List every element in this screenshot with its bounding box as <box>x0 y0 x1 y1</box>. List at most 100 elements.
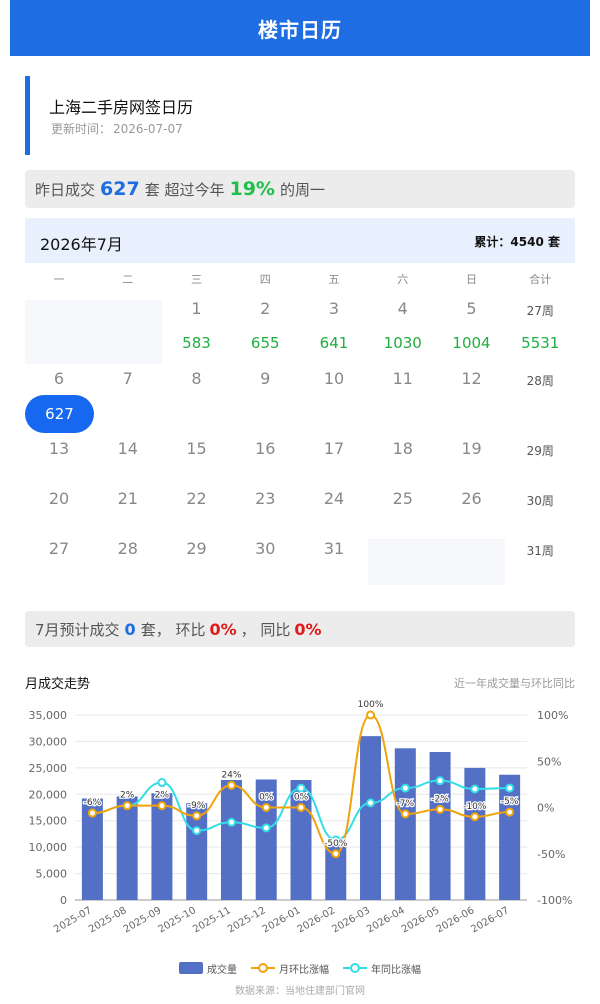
chart-title: 月成交走势 <box>25 677 91 692</box>
calendar-day[interactable]: 26 <box>438 489 506 508</box>
calendar-day[interactable]: 4 <box>369 299 437 318</box>
mom-data-label: -10% <box>463 802 487 812</box>
forecast-yoy: 0% <box>294 619 322 639</box>
calendar-day[interactable]: 25 <box>369 489 437 508</box>
point-yoy <box>505 783 515 793</box>
y-tick-left: 20,000 <box>29 788 68 801</box>
calendar-day[interactable]: 5 <box>438 299 506 318</box>
point-mom <box>261 803 271 812</box>
bar-volume <box>116 796 138 900</box>
point-yoy <box>470 784 480 794</box>
calendar-day[interactable]: 30 <box>231 539 299 558</box>
calendar-day[interactable]: 7 <box>94 369 162 388</box>
legend-bar-swatch <box>179 962 203 974</box>
point-yoy <box>296 783 306 793</box>
legend-mom[interactable]: 月环比涨幅 <box>251 961 329 976</box>
x-tick-label: 2025-09 <box>122 905 164 935</box>
point-yoy <box>400 783 410 793</box>
forecast-summary: 7月预计成交 0 套， 环比 0% ， 同比 0% <box>25 611 575 647</box>
calendar-blank-cell <box>368 539 505 585</box>
point-mom <box>366 710 376 720</box>
x-tick-label: 2026-06 <box>435 905 477 935</box>
monthly-trend-chart: 35,000 30,000 25,000 20,000 15,000 10,000 5,00… <box>29 699 573 936</box>
chart-legend[interactable]: 成交量 月环比涨幅 年同比涨幅 <box>0 958 600 978</box>
calendar-day[interactable]: 12 <box>438 369 506 388</box>
calendar-day[interactable]: 3 <box>300 299 368 318</box>
calendar-day[interactable]: 13 <box>25 439 93 458</box>
x-tick-label: 2025-08 <box>87 905 129 935</box>
week-label: 29周 <box>526 444 554 458</box>
calendar-day[interactable]: 15 <box>163 439 231 458</box>
mom-data-label: 0% <box>259 793 274 803</box>
calendar-day[interactable]: 21 <box>94 489 162 508</box>
calendar-day[interactable]: 8 <box>163 369 231 388</box>
x-tick-label: 2025-12 <box>226 905 268 935</box>
data-source: 数据来源：当地住建部门官网 <box>235 986 365 997</box>
legend-yoy[interactable]: 年同比涨幅 <box>343 961 421 976</box>
point-mom <box>505 807 515 817</box>
mom-data-label: 100% <box>358 700 384 710</box>
calendar-day[interactable]: 10 <box>300 369 368 388</box>
calendar-day[interactable]: 29 <box>163 539 231 558</box>
calendar-day[interactable]: 11 <box>369 369 437 388</box>
day-volume: 1030 <box>383 334 422 352</box>
calendar-day[interactable]: 31 <box>300 539 368 558</box>
calendar-day[interactable]: 17 <box>300 439 368 458</box>
point-yoy <box>226 817 236 827</box>
calendar-day[interactable]: 14 <box>94 439 162 458</box>
x-tick-label: 2026-05 <box>400 905 442 935</box>
yesterday-unit: 套 超过今年 <box>144 180 225 199</box>
calendar-day[interactable]: 1 <box>163 299 231 318</box>
calendar-day[interactable]: 22 <box>163 489 231 508</box>
accent-bar <box>25 76 30 155</box>
calendar-day[interactable]: 28 <box>94 539 162 558</box>
point-yoy <box>366 798 376 808</box>
yesterday-percent: 19% <box>229 178 275 200</box>
calendar-day[interactable]: 2 <box>231 299 299 318</box>
calendar-day[interactable]: 16 <box>231 439 299 458</box>
y-tick-right: 0% <box>537 802 554 815</box>
day-volume: 641 <box>319 334 349 352</box>
calendar-day[interactable]: 20 <box>25 489 93 508</box>
calendar-day[interactable]: 27 <box>25 539 93 558</box>
legend-line-swatch <box>251 962 275 974</box>
legend-volume[interactable]: 成交量 <box>179 961 237 976</box>
calendar-day[interactable]: 24 <box>300 489 368 508</box>
point-mom <box>331 849 341 859</box>
weekday-header: 二 <box>122 273 134 286</box>
x-tick-label: 2026-01 <box>261 905 303 935</box>
mom-data-label: -7% <box>397 799 415 809</box>
calendar-header: 2026年7月 累计：4540 套 <box>25 218 575 263</box>
legend-label: 成交量 <box>207 964 237 976</box>
calendar-month[interactable]: 2026年7月 <box>40 231 123 255</box>
week-label: 31周 <box>526 544 554 558</box>
yesterday-count: 627 <box>100 178 140 200</box>
today-highlight[interactable]: 627 <box>25 395 94 433</box>
point-yoy <box>192 826 202 836</box>
point-mom <box>192 811 202 821</box>
calendar-title: 上海二手房网签日历 <box>49 98 194 117</box>
point-mom <box>435 804 445 814</box>
x-tick-label: 2026-03 <box>330 905 372 935</box>
weekday-header: 六 <box>397 273 409 286</box>
mom-data-label: 2% <box>155 791 170 801</box>
day-volume: 1004 <box>452 334 491 352</box>
point-yoy <box>157 778 167 788</box>
week-label: 28周 <box>526 374 554 388</box>
weekday-header: 合计 <box>529 273 552 286</box>
y-tick-left: 25,000 <box>29 762 68 775</box>
weekday-header: 一 <box>53 273 65 286</box>
week-label: 30周 <box>526 494 554 508</box>
calendar-day[interactable]: 19 <box>438 439 506 458</box>
calendar-day[interactable]: 6 <box>25 369 93 388</box>
point-mom <box>226 780 236 790</box>
calendar-day[interactable]: 23 <box>231 489 299 508</box>
bar-volume <box>429 752 451 900</box>
point-mom <box>400 809 410 819</box>
y-tick-right: -50% <box>537 848 565 861</box>
day-volume: 583 <box>182 334 211 352</box>
calendar-day[interactable]: 18 <box>369 439 437 458</box>
week-label: 27周 <box>526 304 554 318</box>
weekday-header: 五 <box>328 273 340 286</box>
calendar-day[interactable]: 9 <box>231 369 299 388</box>
